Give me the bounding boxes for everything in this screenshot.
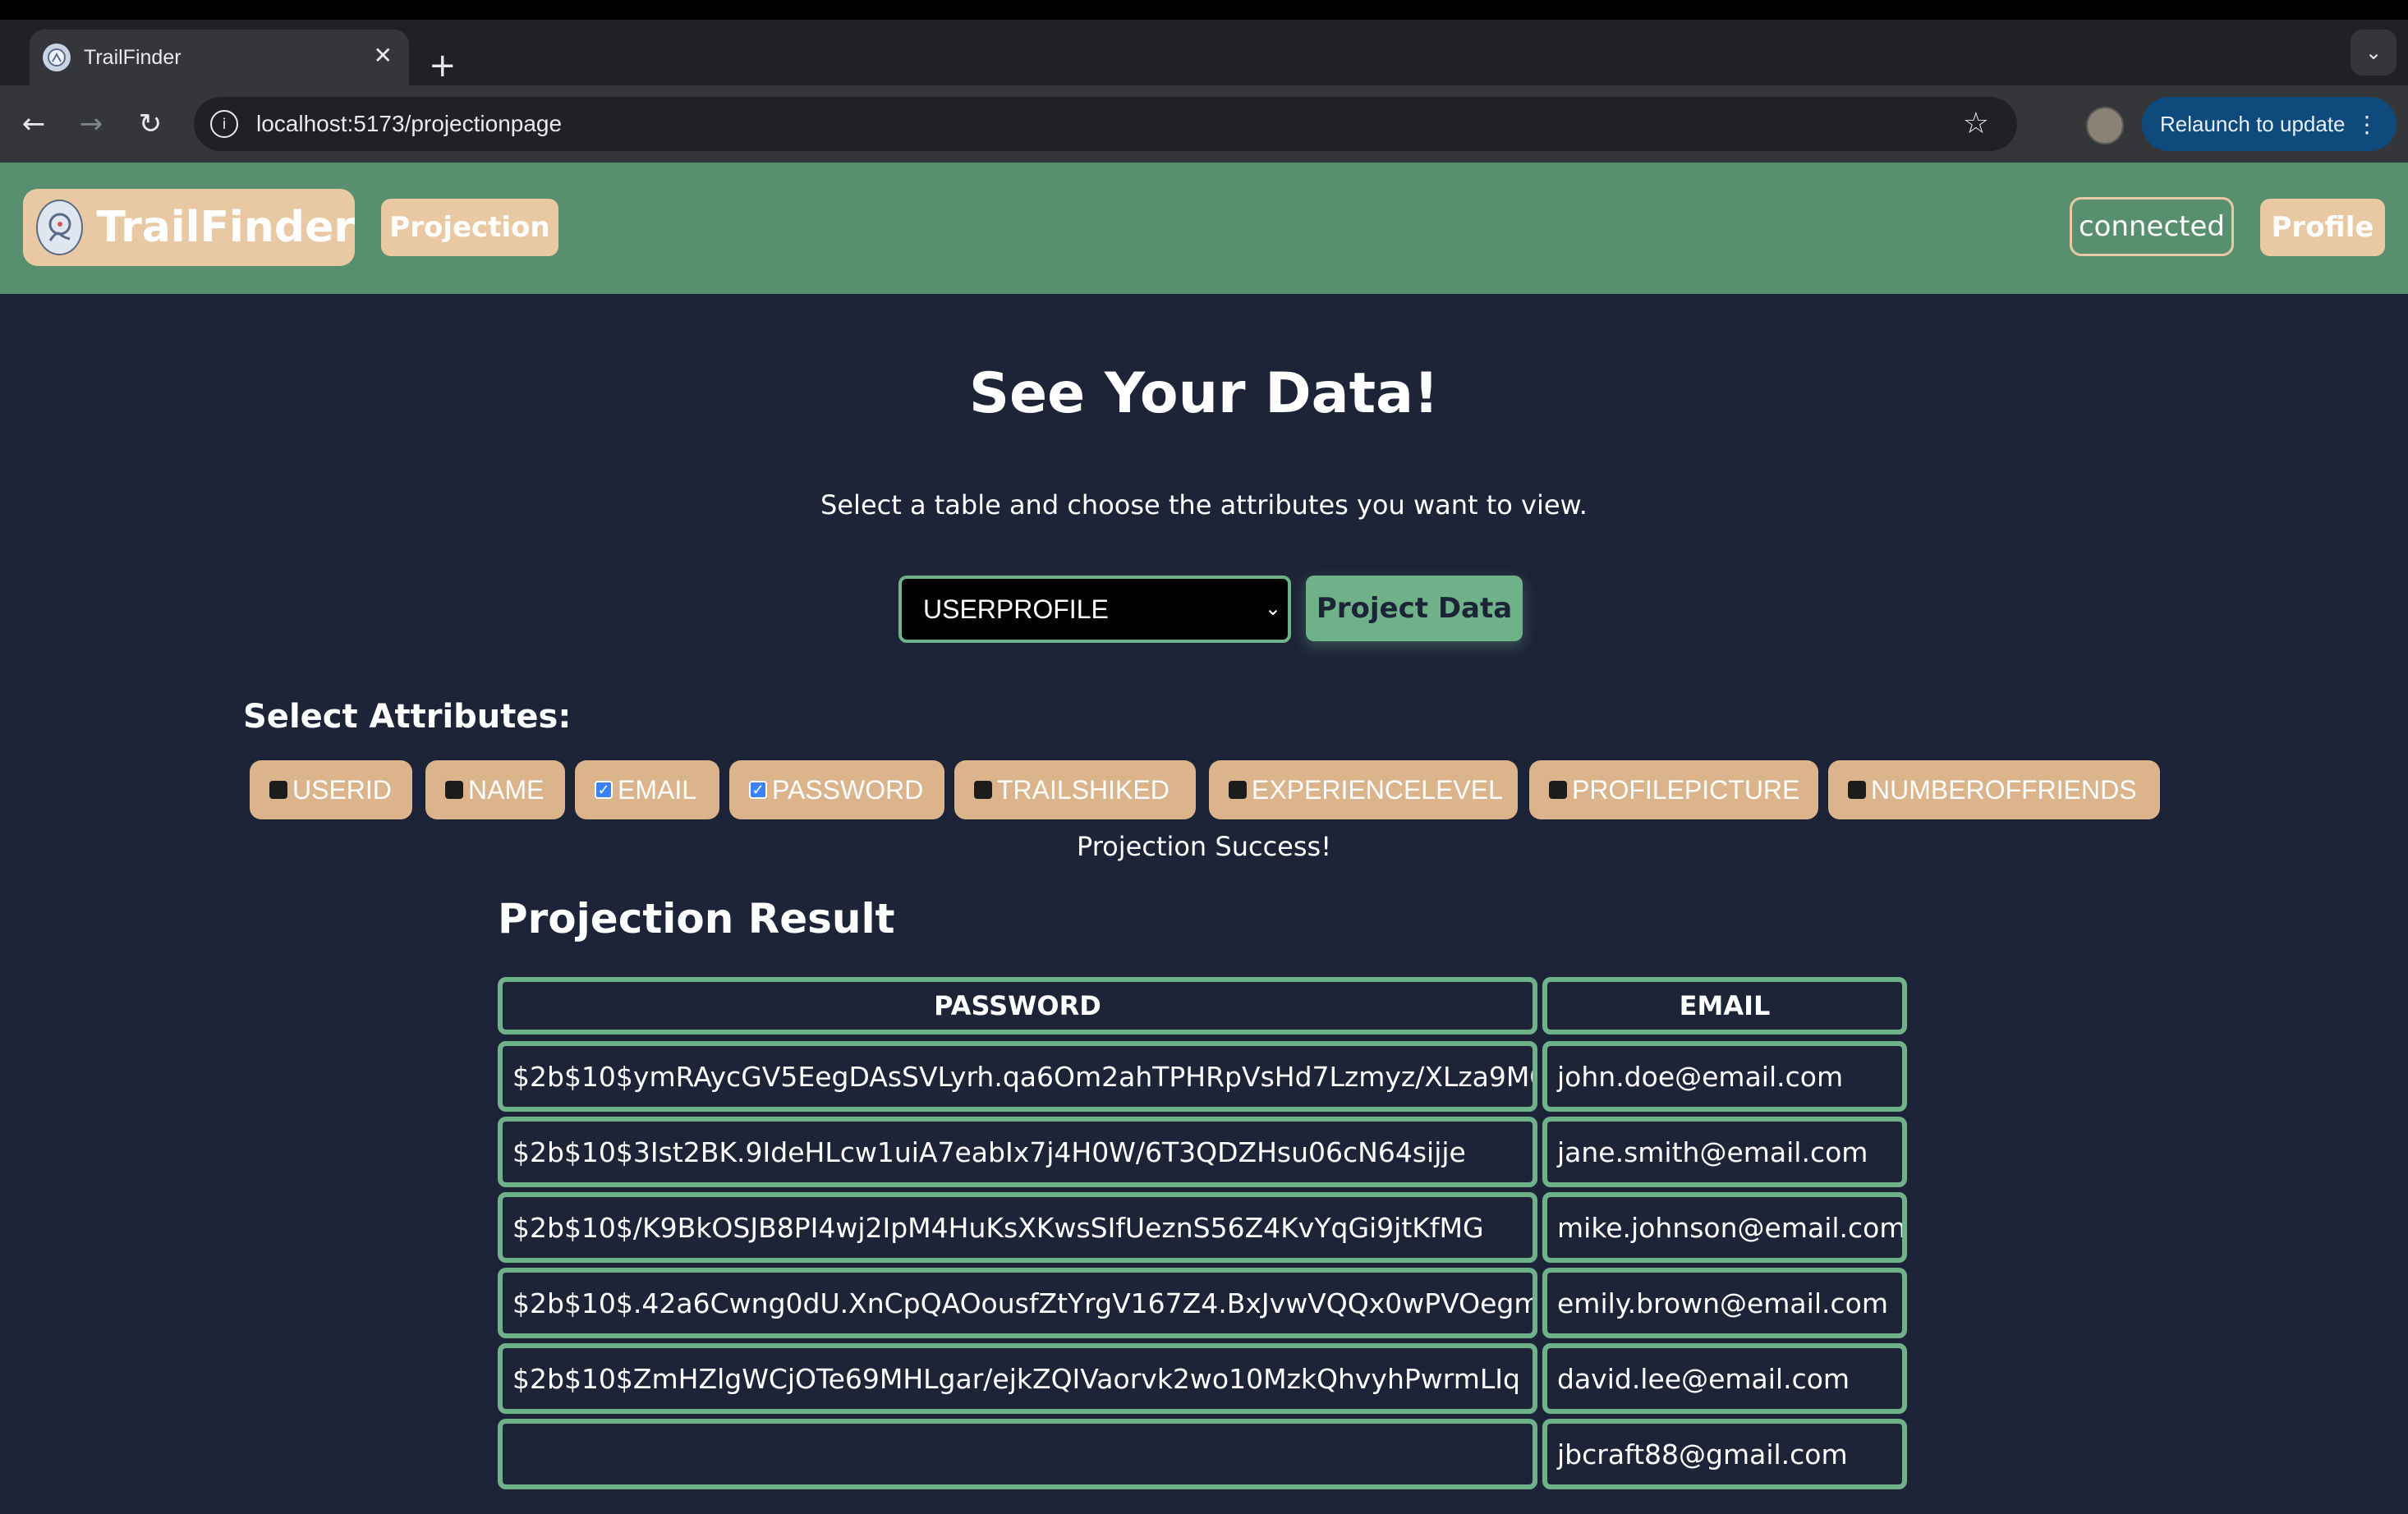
table-cell-email: john.doe@email.com (1542, 1041, 1907, 1112)
attribute-checkbox-numberoffriends[interactable]: NUMBEROFFRIENDS (1828, 760, 2160, 819)
checkbox[interactable] (445, 781, 463, 799)
connection-status-badge: connected (2070, 197, 2234, 256)
column-header-password: PASSWORD (498, 977, 1537, 1035)
attribute-label: USERID (292, 774, 392, 805)
attribute-label: EXPERIENCELEVEL (1252, 774, 1503, 805)
attribute-checkbox-list: USERID NAME EMAIL PASSWORD TRAILSHIKED E… (250, 760, 2385, 819)
nav-projection-link[interactable]: Projection (381, 199, 558, 256)
tab-search-chevron-icon[interactable]: ⌄ (2351, 30, 2397, 76)
attribute-label: EMAIL (618, 774, 697, 805)
back-arrow-icon[interactable]: ← (15, 105, 53, 143)
site-info-icon[interactable]: i (210, 110, 238, 138)
table-cell-email: jbcraft88@gmail.com (1542, 1419, 1907, 1489)
reload-icon[interactable]: ↻ (131, 105, 169, 143)
window-titlebar (0, 0, 2408, 20)
browser-toolbar: ← → ↻ i localhost:5173/projectionpage ☆ … (0, 85, 2408, 163)
close-tab-icon[interactable]: ✕ (374, 44, 393, 67)
table-cell-email: david.lee@email.com (1542, 1343, 1907, 1414)
attribute-label: PROFILEPICTURE (1572, 774, 1800, 805)
attribute-checkbox-trailshiked[interactable]: TRAILSHIKED (954, 760, 1196, 819)
forward-arrow-icon[interactable]: → (72, 105, 110, 143)
page-title: See Your Data! (969, 361, 1439, 426)
checkbox[interactable] (974, 781, 992, 799)
table-cell-email: mike.johnson@email.com (1542, 1192, 1907, 1263)
table-cell-password: $2b$10$.42a6Cwng0dU.XnCpQAOousfZtYrgV167… (498, 1268, 1537, 1338)
checkbox[interactable] (1229, 781, 1247, 799)
app-navbar: TrailFinder Projection connected Profile (0, 163, 2408, 294)
relaunch-label: Relaunch to update (2160, 111, 2346, 136)
checkbox[interactable] (1848, 781, 1866, 799)
new-tab-button[interactable]: + (429, 49, 457, 82)
address-bar[interactable]: i localhost:5173/projectionpage ☆ (194, 97, 2017, 151)
attribute-checkbox-userid[interactable]: USERID (250, 760, 412, 819)
relaunch-button[interactable]: Relaunch to update ⋮ (2142, 97, 2397, 151)
tab-favicon-icon (43, 44, 71, 71)
attribute-label: NUMBEROFFRIENDS (1871, 774, 2137, 805)
project-data-button[interactable]: Project Data (1306, 576, 1523, 641)
table-cell-password (498, 1419, 1537, 1489)
status-message: Projection Success! (1076, 831, 1332, 862)
attribute-checkbox-password[interactable]: PASSWORD (729, 760, 944, 819)
attribute-checkbox-name[interactable]: NAME (425, 760, 565, 819)
profile-avatar[interactable] (2086, 107, 2124, 145)
browser-tab[interactable]: TrailFinder ✕ (30, 30, 409, 85)
table-cell-password: $2b$10$/K9BkOSJB8PI4wj2IpM4HuKsXKwsSIfUe… (498, 1192, 1537, 1263)
result-heading: Projection Result (498, 895, 895, 943)
table-cell-password: $2b$10$3Ist2BK.9IdeHLcw1uiA7eabIx7j4H0W/… (498, 1117, 1537, 1187)
attribute-label: PASSWORD (772, 774, 924, 805)
brand-name: TrailFinder (96, 203, 355, 252)
table-cell-email: emily.brown@email.com (1542, 1268, 1907, 1338)
table-cell-password: $2b$10$ZmHZlgWCjOTe69MHLgar/ejkZQIVaorvk… (498, 1343, 1537, 1414)
page-subtitle: Select a table and choose the attributes… (820, 489, 1588, 521)
tab-title: TrailFinder (84, 45, 182, 69)
table-cell-password: $2b$10$ymRAycGV5EegDAsSVLyrh.qa6Om2ahTPH… (498, 1041, 1537, 1112)
logo-icon (36, 200, 84, 255)
table-select[interactable]: USERPROFILE ⌄ (898, 576, 1291, 643)
tab-strip: TrailFinder ✕ + ⌄ (0, 20, 2408, 85)
attribute-label: NAME (468, 774, 545, 805)
chevron-down-icon: ⌄ (1264, 598, 1281, 620)
checkbox-checked[interactable] (749, 781, 767, 799)
attribute-checkbox-profilepicture[interactable]: PROFILEPICTURE (1529, 760, 1818, 819)
table-select-value: USERPROFILE (923, 594, 1109, 624)
url-text[interactable]: localhost:5173/projectionpage (256, 111, 562, 137)
checkbox[interactable] (269, 781, 287, 799)
kebab-menu-icon[interactable]: ⋮ (2355, 111, 2378, 138)
column-header-email: EMAIL (1542, 977, 1907, 1035)
bookmark-star-icon[interactable]: ☆ (1963, 107, 1989, 140)
checkbox[interactable] (1549, 781, 1567, 799)
select-attributes-heading: Select Attributes: (243, 698, 572, 736)
table-cell-email: jane.smith@email.com (1542, 1117, 1907, 1187)
checkbox-checked[interactable] (595, 781, 613, 799)
attribute-checkbox-experiencelevel[interactable]: EXPERIENCELEVEL (1209, 760, 1518, 819)
nav-profile-link[interactable]: Profile (2260, 199, 2385, 256)
brand-home-link[interactable]: TrailFinder (23, 189, 355, 266)
attribute-checkbox-email[interactable]: EMAIL (575, 760, 719, 819)
attribute-label: TRAILSHIKED (997, 774, 1170, 805)
